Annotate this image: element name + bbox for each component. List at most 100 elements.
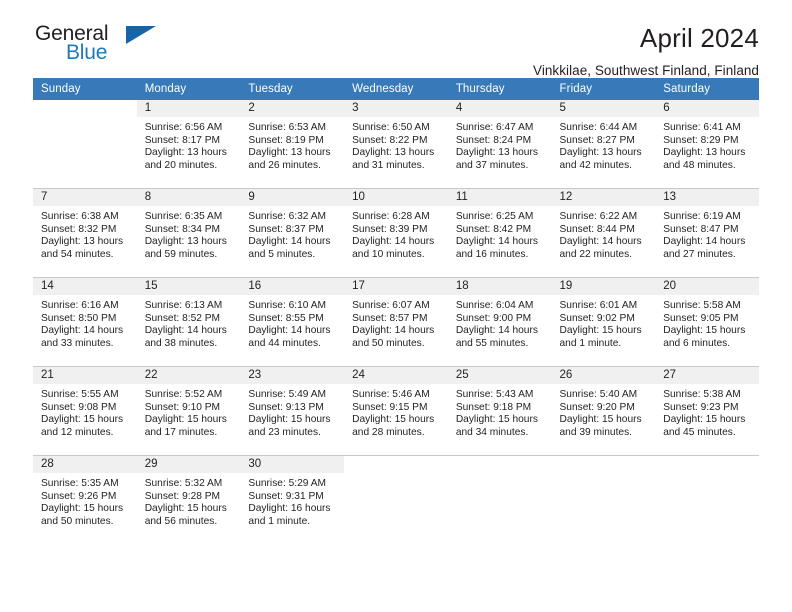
calendar-day-cell[interactable]: 15 Sunrise: 6:13 AM Sunset: 8:52 PM Dayligh…	[136, 277, 241, 367]
calendar-day-cell[interactable]: 28 Sunrise: 5:35 AM Sunset: 9:26 PM Dayligh…	[33, 455, 137, 544]
daylight-text-line2: and 22 minutes.	[559, 248, 633, 260]
day-details: Sunrise: 5:40 AM Sunset: 9:20 PM Daylight:…	[552, 384, 656, 439]
sunrise-text: Sunrise: 5:35 AM	[41, 478, 119, 489]
day-details: Sunrise: 5:49 AM Sunset: 9:13 PM Daylight:…	[240, 384, 344, 439]
day-number-band	[33, 100, 137, 117]
day-number	[552, 456, 656, 458]
day-number: 8	[144, 191, 152, 203]
calendar-day-cell[interactable]: 13 Sunrise: 6:19 AM Sunset: 8:47 PM Dayligh…	[655, 188, 759, 278]
calendar-day-cell[interactable]: 17 Sunrise: 6:07 AM Sunset: 8:57 PM Dayligh…	[344, 277, 448, 367]
daylight-text-line1: Daylight: 15 hours	[455, 414, 538, 426]
day-number-band: 17	[344, 278, 448, 295]
day-number: 14	[41, 280, 54, 292]
daylight-text-line1: Daylight: 13 hours	[559, 147, 642, 159]
daylight-text-line2: and 33 minutes.	[41, 337, 114, 349]
sunrise-text: Sunrise: 5:43 AM	[455, 389, 534, 400]
day-details: Sunrise: 5:52 AM Sunset: 9:10 PM Daylight:…	[137, 384, 241, 439]
calendar-day-cell[interactable]: 29 Sunrise: 5:32 AM Sunset: 9:28 PM Dayligh…	[136, 455, 241, 544]
day-number: 30	[248, 458, 262, 470]
day-number-band: 4	[447, 100, 552, 117]
sunrise-text: Sunrise: 6:22 AM	[559, 211, 638, 222]
calendar-week-row: 28 Sunrise: 5:35 AM Sunset: 9:26 PM Dayligh…	[33, 455, 759, 544]
day-cell-content: 1 Sunrise: 6:56 AM Sunset: 8:17 PM Daylight…	[136, 100, 241, 188]
sunset-text: Sunset: 9:26 PM	[41, 490, 117, 502]
page-header: General Blue April 2024 Vinkkilae, South…	[33, 0, 759, 78]
day-number-band: 11	[447, 189, 552, 206]
calendar-day-cell[interactable]: 25 Sunrise: 5:43 AM Sunset: 9:18 PM Dayligh…	[447, 366, 552, 456]
calendar-day-cell[interactable]: 7 Sunrise: 6:38 AM Sunset: 8:32 PM Daylight…	[33, 188, 137, 278]
daylight-text-line1: Daylight: 14 hours	[663, 236, 746, 248]
day-number	[33, 100, 137, 102]
day-number-band	[448, 456, 552, 473]
day-number-band: 26	[551, 367, 656, 384]
sunset-text: Sunset: 8:42 PM	[455, 223, 532, 235]
sunrise-text: Sunrise: 5:58 AM	[663, 300, 741, 311]
daylight-text-line1: Daylight: 15 hours	[663, 325, 746, 337]
daylight-text-line1: Daylight: 13 hours	[455, 147, 538, 159]
daylight-text-line2: and 56 minutes.	[144, 515, 218, 527]
daylight-text-line1: Daylight: 13 hours	[144, 236, 227, 248]
sunset-text: Sunset: 8:44 PM	[559, 223, 635, 235]
calendar-day-cell[interactable]: 14 Sunrise: 6:16 AM Sunset: 8:50 PM Dayligh…	[33, 277, 137, 367]
day-cell-content: 24 Sunrise: 5:46 AM Sunset: 9:15 PM Dayligh…	[344, 367, 448, 455]
day-details: Sunrise: 5:55 AM Sunset: 9:08 PM Daylight:…	[33, 384, 137, 439]
daylight-text-line2: and 20 minutes.	[144, 159, 218, 171]
day-number-band: 10	[344, 189, 448, 206]
calendar-empty-cell	[344, 455, 448, 544]
day-details: Sunrise: 6:41 AM Sunset: 8:29 PM Daylight:…	[655, 117, 759, 172]
calendar-day-cell[interactable]: 24 Sunrise: 5:46 AM Sunset: 9:15 PM Dayligh…	[344, 366, 448, 456]
sunrise-text: Sunrise: 6:13 AM	[144, 300, 223, 311]
sunset-text: Sunset: 8:52 PM	[144, 312, 221, 324]
day-details: Sunrise: 6:44 AM Sunset: 8:27 PM Daylight:…	[552, 117, 656, 172]
daylight-text-line2: and 1 minute.	[248, 515, 311, 527]
day-details: Sunrise: 5:32 AM Sunset: 9:28 PM Daylight:…	[137, 473, 241, 528]
calendar-day-cell[interactable]: 19 Sunrise: 6:01 AM Sunset: 9:02 PM Dayligh…	[551, 277, 656, 367]
calendar-day-cell[interactable]: 1 Sunrise: 6:56 AM Sunset: 8:17 PM Daylight…	[136, 100, 241, 189]
calendar-day-cell[interactable]: 8 Sunrise: 6:35 AM Sunset: 8:34 PM Daylight…	[136, 188, 241, 278]
calendar-day-cell[interactable]: 23 Sunrise: 5:49 AM Sunset: 9:13 PM Dayligh…	[240, 366, 345, 456]
calendar-day-cell[interactable]: 22 Sunrise: 5:52 AM Sunset: 9:10 PM Dayligh…	[136, 366, 241, 456]
day-cell-content: 14 Sunrise: 6:16 AM Sunset: 8:50 PM Dayligh…	[33, 278, 137, 366]
calendar-table: Sunday Monday Tuesday Wednesday Thursday…	[33, 78, 759, 544]
weekday-header-tuesday: Tuesday	[240, 78, 345, 100]
day-cell-content	[552, 456, 656, 544]
weekday-header-thursday: Thursday	[447, 78, 552, 100]
calendar-day-cell[interactable]: 3 Sunrise: 6:50 AM Sunset: 8:22 PM Daylight…	[344, 100, 448, 189]
sunset-text: Sunset: 9:13 PM	[248, 401, 324, 413]
day-number	[655, 456, 759, 458]
calendar-day-cell[interactable]: 20 Sunrise: 5:58 AM Sunset: 9:05 PM Dayligh…	[655, 277, 759, 367]
sunset-text: Sunset: 8:34 PM	[144, 223, 221, 235]
sunrise-text: Sunrise: 5:49 AM	[248, 389, 326, 400]
calendar-day-cell[interactable]: 27 Sunrise: 5:38 AM Sunset: 9:23 PM Dayligh…	[655, 366, 759, 456]
calendar-day-cell[interactable]: 9 Sunrise: 6:32 AM Sunset: 8:37 PM Daylight…	[240, 188, 345, 278]
calendar-day-cell[interactable]: 6 Sunrise: 6:41 AM Sunset: 8:29 PM Daylight…	[655, 100, 759, 189]
day-number-band: 21	[33, 367, 137, 384]
day-number: 28	[41, 458, 54, 470]
calendar-day-cell[interactable]: 5 Sunrise: 6:44 AM Sunset: 8:27 PM Daylight…	[551, 100, 656, 189]
page-subtitle: Vinkkilae, Southwest Finland, Finland	[533, 62, 759, 78]
day-details: Sunrise: 6:01 AM Sunset: 9:02 PM Daylight:…	[552, 295, 656, 350]
generalblue-logo[interactable]: General Blue	[33, 23, 183, 71]
calendar-day-cell[interactable]: 12 Sunrise: 6:22 AM Sunset: 8:44 PM Dayligh…	[551, 188, 656, 278]
calendar-day-cell[interactable]: 2 Sunrise: 6:53 AM Sunset: 8:19 PM Daylight…	[240, 100, 345, 189]
calendar-day-cell[interactable]: 16 Sunrise: 6:10 AM Sunset: 8:55 PM Dayligh…	[240, 277, 345, 367]
calendar-day-cell[interactable]: 21 Sunrise: 5:55 AM Sunset: 9:08 PM Dayligh…	[33, 366, 137, 456]
daylight-text-line2: and 5 minutes.	[248, 248, 316, 260]
calendar-day-cell[interactable]: 18 Sunrise: 6:04 AM Sunset: 9:00 PM Dayligh…	[447, 277, 552, 367]
daylight-text-line1: Daylight: 14 hours	[455, 236, 538, 248]
day-details: Sunrise: 5:43 AM Sunset: 9:18 PM Daylight:…	[448, 384, 552, 439]
daylight-text-line2: and 26 minutes.	[248, 159, 321, 171]
sunrise-text: Sunrise: 6:35 AM	[144, 211, 223, 222]
calendar-day-cell[interactable]: 4 Sunrise: 6:47 AM Sunset: 8:24 PM Daylight…	[447, 100, 552, 189]
day-cell-content	[344, 456, 448, 544]
daylight-text-line1: Daylight: 14 hours	[559, 236, 642, 248]
day-number-band: 24	[344, 367, 448, 384]
calendar-day-cell[interactable]: 26 Sunrise: 5:40 AM Sunset: 9:20 PM Dayligh…	[551, 366, 656, 456]
day-cell-content: 20 Sunrise: 5:58 AM Sunset: 9:05 PM Dayligh…	[655, 278, 759, 366]
calendar-day-cell[interactable]: 11 Sunrise: 6:25 AM Sunset: 8:42 PM Dayligh…	[447, 188, 552, 278]
calendar-day-cell[interactable]: 30 Sunrise: 5:29 AM Sunset: 9:31 PM Dayligh…	[240, 455, 345, 544]
calendar-day-cell[interactable]: 10 Sunrise: 6:28 AM Sunset: 8:39 PM Dayligh…	[344, 188, 448, 278]
day-cell-content	[655, 456, 759, 544]
weekday-header-row: Sunday Monday Tuesday Wednesday Thursday…	[33, 78, 759, 100]
sunset-text: Sunset: 8:17 PM	[144, 134, 221, 146]
